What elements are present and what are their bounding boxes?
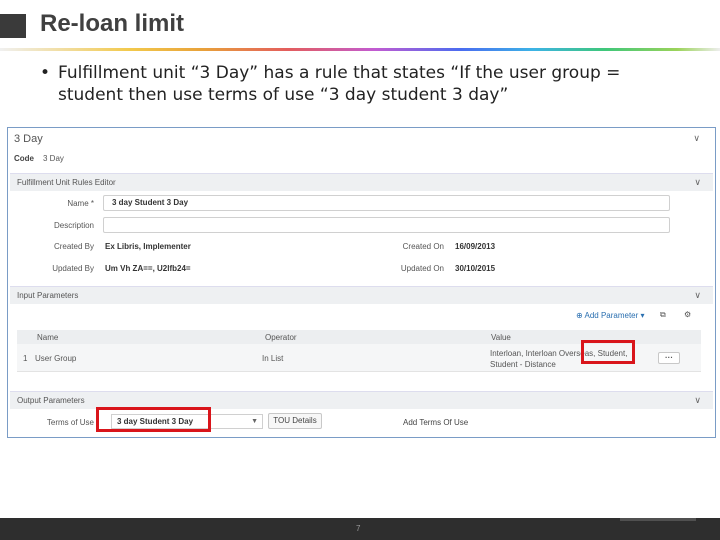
chevron-down-icon[interactable]: ∨ [694,177,701,188]
slide-title: Re-loan limit [40,10,185,37]
input-parameters-section-header[interactable]: Input Parameters ∨ [10,286,713,304]
chevron-down-icon[interactable]: ∨ [694,395,701,406]
dropdown-arrow-icon: ▼ [251,418,258,425]
column-header-value: Value [491,333,511,342]
caret-down-icon: ▾ [640,311,645,320]
title-rainbow-divider [0,48,720,51]
fulfillment-unit-panel: 3 Day ∨ Code 3 Day Fulfillment Unit Rule… [7,127,716,438]
gear-icon[interactable]: ⚙ [684,310,691,319]
created-on-value: 16/09/2013 [455,242,496,251]
created-by-value: Ex Libris, Implementer [105,242,191,251]
terms-of-use-label: Terms of Use [46,418,94,427]
export-icon[interactable]: ⧉ [660,310,666,320]
bullet-text: Fulfillment unit “3 Day” has a rule that… [58,63,621,105]
add-terms-of-use-link[interactable]: Add Terms Of Use [403,418,468,427]
plus-circle-icon: ⊕ [576,311,583,320]
section-label: Input Parameters [17,291,79,300]
chevron-down-icon[interactable]: ∨ [694,290,701,301]
add-parameter-label: Add Parameter [584,311,639,320]
created-by-label: Created By [53,242,94,251]
updated-by-value: Um Vh ZA==, U2lfb24= [105,264,191,273]
name-label: Name * [67,199,94,208]
updated-by-label: Updated By [52,264,94,273]
highlight-box-terms [96,407,211,432]
bullet-marker: • [40,63,51,83]
slide-footer: 7 [0,518,720,540]
highlight-box-student [581,340,635,364]
code-label: Code [14,154,34,163]
updated-on-label: Updated On [400,264,444,273]
code-value: 3 Day [43,154,64,163]
title-accent-block [0,14,26,38]
page-number: 7 [356,524,361,533]
created-on-label: Created On [402,242,444,251]
row-value-line2: Student - Distance [490,360,556,369]
updated-on-value: 30/10/2015 [455,264,496,273]
collapse-chevron-icon[interactable]: ∨ [693,133,700,144]
column-header-operator: Operator [265,333,297,342]
description-label: Description [53,221,94,230]
row-operator: In List [262,354,284,363]
column-header-name: Name [37,333,59,342]
bullet-item: • Fulfillment unit “3 Day” has a rule th… [40,62,680,106]
add-parameter-button[interactable]: ⊕ Add Parameter ▾ [576,311,645,320]
tou-details-button[interactable]: TOU Details [268,413,322,429]
row-name: User Group [35,354,77,363]
rules-editor-section-header[interactable]: Fulfillment Unit Rules Editor ∨ [10,173,713,191]
footer-accent-bar [620,518,696,521]
section-label: Output Parameters [17,396,85,405]
panel-header-title: 3 Day [14,133,43,145]
name-input[interactable]: 3 day Student 3 Day [103,195,670,211]
row-actions-button[interactable]: ··· [658,352,680,364]
section-label: Fulfillment Unit Rules Editor [17,178,116,187]
description-input[interactable] [103,217,670,233]
row-index: 1 [23,354,28,363]
